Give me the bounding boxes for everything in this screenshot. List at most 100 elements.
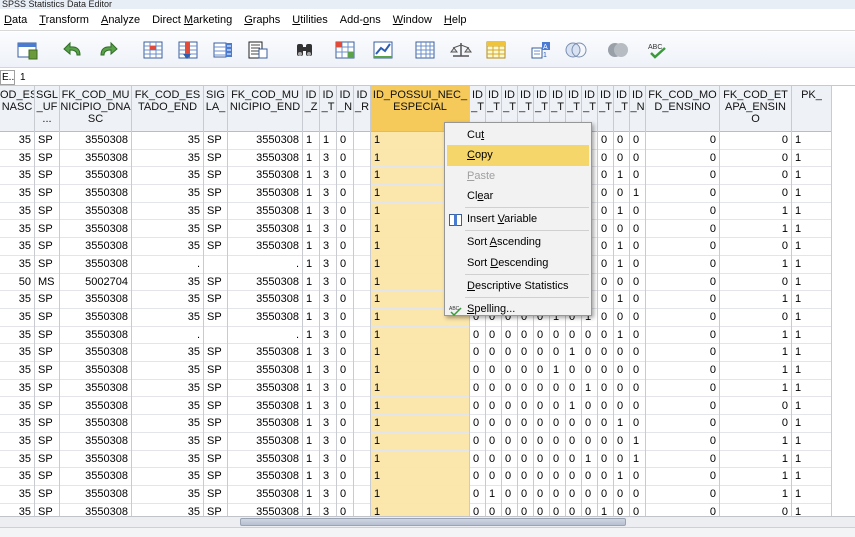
grid-cell[interactable]: 0 [566, 327, 581, 345]
grid-cell[interactable]: 0 [550, 327, 565, 345]
weight-cases-icon[interactable] [370, 37, 396, 63]
grid-cell[interactable]: 3550308 [228, 238, 302, 256]
grid-cell[interactable]: 1 [792, 380, 831, 398]
grid-cell[interactable]: SP [35, 433, 59, 451]
grid-cell[interactable]: 35 [0, 256, 34, 274]
grid-cell[interactable]: 3 [320, 398, 336, 416]
grid-cell[interactable]: 0 [534, 486, 549, 504]
grid-cell[interactable]: SP [204, 398, 227, 416]
grid-cell[interactable]: SP [204, 380, 227, 398]
column-header[interactable]: SIG LA_ [204, 86, 227, 132]
grid-cell[interactable] [354, 203, 370, 221]
grid-cell[interactable]: 0 [550, 504, 565, 516]
grid-cell[interactable]: 0 [598, 327, 613, 345]
grid-cell[interactable]: 0 [534, 468, 549, 486]
grid-cell[interactable]: 0 [630, 486, 645, 504]
grid-cell[interactable]: MS [35, 274, 59, 292]
grid-cell[interactable]: 0 [337, 344, 353, 363]
grid-cell[interactable]: 0 [720, 132, 791, 150]
grid-cell[interactable]: SP [204, 486, 227, 504]
grid-cell[interactable]: 0 [337, 380, 353, 398]
grid-cell[interactable]: . [228, 327, 302, 345]
grid-cell[interactable]: 0 [582, 504, 597, 516]
grid-cell[interactable]: 3 [320, 256, 336, 274]
grid-cell[interactable]: 50 [0, 274, 34, 292]
grid-cell[interactable]: 0 [598, 380, 613, 398]
grid-cell[interactable]: 0 [614, 398, 629, 416]
grid-cell[interactable]: 0 [534, 327, 549, 345]
grid-cell[interactable]: 1 [371, 451, 469, 469]
grid-cell[interactable] [354, 185, 370, 203]
grid-cell[interactable]: 0 [337, 327, 353, 345]
grid-cell[interactable]: . [228, 256, 302, 274]
grid-cell[interactable]: 1 [792, 167, 831, 186]
grid-cell[interactable] [354, 238, 370, 256]
grid-cell[interactable]: 0 [470, 398, 485, 416]
grid-cell[interactable]: 0 [720, 238, 791, 256]
grid-cell[interactable]: 0 [518, 398, 533, 416]
grid-cell[interactable]: 1 [792, 221, 831, 239]
grid-cell[interactable] [354, 415, 370, 433]
column-header[interactable]: SGL _UF ... [35, 86, 59, 132]
grid-cell[interactable]: 1 [582, 380, 597, 398]
grid-cell[interactable]: 0 [646, 468, 719, 486]
grid-cell[interactable]: 35 [0, 468, 34, 486]
grid-cell[interactable]: 1 [614, 256, 629, 274]
grid-cell[interactable]: 0 [534, 433, 549, 451]
grid-cell[interactable] [354, 468, 370, 486]
grid-cell[interactable]: 3550308 [60, 291, 131, 309]
column-header[interactable]: FK_COD_ES TADO_END [132, 86, 203, 132]
grid-cell[interactable]: 0 [534, 380, 549, 398]
grid-cell[interactable]: 0 [337, 451, 353, 469]
grid-cell[interactable]: 3550308 [228, 380, 302, 398]
grid-cell[interactable]: 0 [486, 398, 501, 416]
grid-cell[interactable]: 0 [337, 309, 353, 327]
split-file-icon[interactable] [332, 37, 358, 63]
grid-cell[interactable]: 0 [646, 504, 719, 516]
grid-cell[interactable]: 0 [502, 415, 517, 433]
column-header[interactable]: ID _N [337, 86, 353, 132]
grid-cell[interactable]: 1 [792, 185, 831, 203]
grid-cell[interactable]: 0 [534, 362, 549, 380]
grid-cell[interactable]: 0 [518, 486, 533, 504]
grid-cell[interactable]: 35 [0, 380, 34, 398]
grid-cell[interactable]: 35 [132, 185, 203, 203]
grid-cell[interactable]: 0 [550, 380, 565, 398]
grid-cell[interactable]: 1 [614, 167, 629, 186]
grid-cell[interactable]: 1 [598, 504, 613, 516]
grid-cell[interactable]: SP [35, 238, 59, 256]
grid-cell[interactable]: 35 [132, 362, 203, 380]
grid-cell[interactable]: 3550308 [228, 486, 302, 504]
grid-cell[interactable]: 1 [720, 486, 791, 504]
grid-cell[interactable]: 0 [582, 468, 597, 486]
grid-cell[interactable]: SP [35, 150, 59, 168]
grid-cell[interactable]: 0 [502, 398, 517, 416]
grid-cell[interactable]: 0 [550, 433, 565, 451]
grid-cell[interactable]: 1 [720, 468, 791, 486]
grid-cell[interactable]: SP [35, 132, 59, 150]
grid-cell[interactable]: 35 [0, 433, 34, 451]
grid-cell[interactable]: SP [35, 309, 59, 327]
open-data-icon[interactable] [15, 37, 41, 63]
grid-cell[interactable]: 0 [486, 344, 501, 363]
grid-cell[interactable]: 0 [614, 150, 629, 168]
toggle-icon[interactable] [605, 37, 631, 63]
grid-cell[interactable]: 0 [486, 504, 501, 516]
grid-cell[interactable]: 0 [614, 504, 629, 516]
column-c7[interactable]: ID _Z 1 1 1 1 1 1 1 1 1 1 1 1 1 1 1 1 1 1 1 1 1 1 [303, 86, 320, 516]
grid-cell[interactable]: 0 [337, 398, 353, 416]
grid-cell[interactable]: 0 [470, 504, 485, 516]
redo-icon[interactable] [95, 37, 121, 63]
grid-cell[interactable]: 35 [0, 309, 34, 327]
grid-cell[interactable]: 3550308 [228, 132, 302, 150]
grid-cell[interactable]: SP [35, 203, 59, 221]
grid-cell[interactable]: 35 [132, 221, 203, 239]
grid-cell[interactable]: 1 [720, 221, 791, 239]
grid-cell[interactable]: 5002704 [60, 274, 131, 292]
grid-cell[interactable]: 35 [132, 504, 203, 516]
grid-cell[interactable]: 3 [320, 415, 336, 433]
grid-cell[interactable] [354, 256, 370, 274]
goto-variable-icon[interactable] [175, 37, 201, 63]
grid-cell[interactable]: 1 [720, 291, 791, 309]
grid-cell[interactable]: 0 [630, 398, 645, 416]
